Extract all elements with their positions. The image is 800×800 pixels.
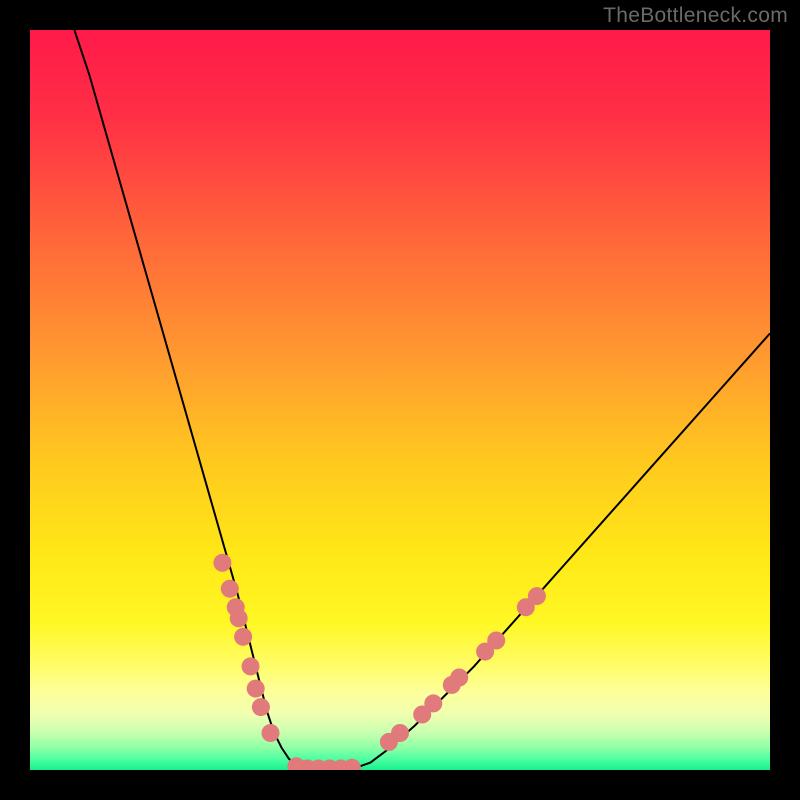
data-marker [221,580,239,598]
data-marker [247,680,265,698]
data-marker [242,657,260,675]
data-marker [213,554,231,572]
data-marker [424,694,442,712]
chart-frame [30,30,770,770]
data-marker [252,698,270,716]
chart-svg [30,30,770,770]
data-marker [234,628,252,646]
data-marker [391,724,409,742]
data-marker [262,724,280,742]
data-marker [487,632,505,650]
watermark-text: TheBottleneck.com [603,4,788,28]
data-marker [230,609,248,627]
data-marker [528,587,546,605]
data-marker [450,669,468,687]
gradient-background [30,30,770,770]
